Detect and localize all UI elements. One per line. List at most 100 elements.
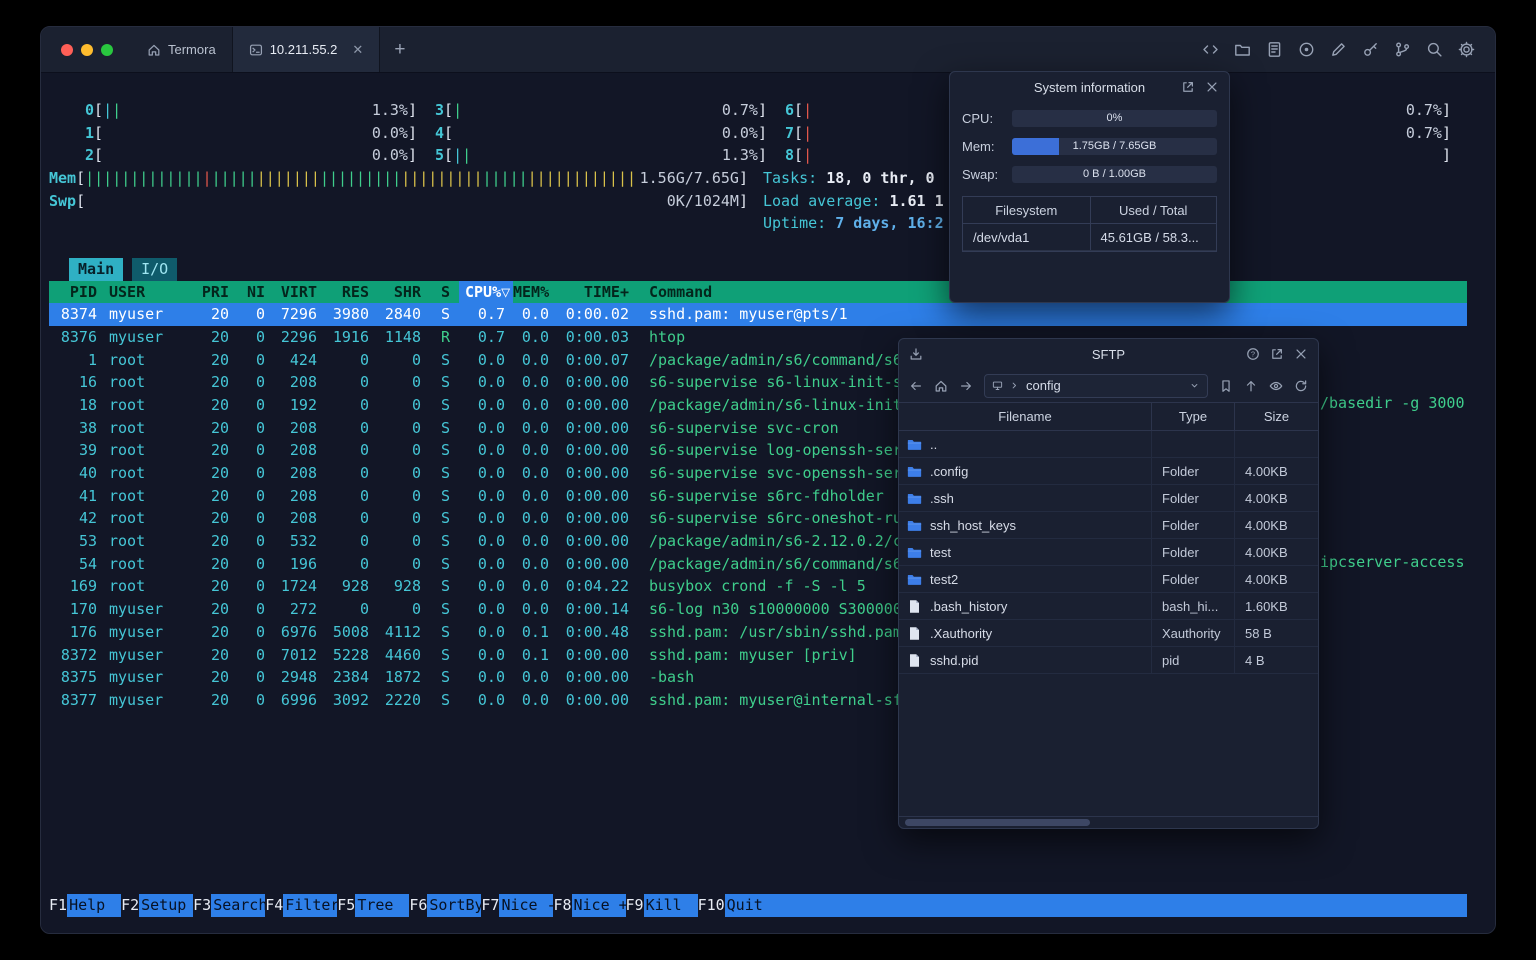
fkey-label-f10[interactable]: Quit (724, 894, 779, 917)
fkey-label-f6[interactable]: SortBy (427, 894, 482, 917)
filesystem-row[interactable]: /dev/vda1 45.61GB / 58.3... (963, 224, 1216, 251)
column-header-mem[interactable]: MEM% (513, 281, 557, 304)
column-header-pid[interactable]: PID (49, 281, 105, 304)
fkey-label-f2[interactable]: Setup (139, 894, 194, 917)
column-header-res[interactable]: RES (325, 281, 377, 304)
column-header-cpu[interactable]: CPU%▽ (459, 280, 513, 304)
forward-icon[interactable] (959, 379, 973, 393)
file-type: Folder (1151, 485, 1234, 511)
fkey-f5[interactable]: F5 (337, 894, 355, 917)
horizontal-scrollbar[interactable] (899, 816, 1318, 828)
transfers-icon[interactable] (909, 347, 923, 361)
bookmark-icon[interactable] (1219, 379, 1233, 393)
path-breadcrumb[interactable]: config (984, 373, 1208, 398)
fkey-label-f3[interactable]: Search (211, 894, 266, 917)
key-icon[interactable] (1362, 41, 1379, 58)
folder-icon (907, 466, 922, 477)
type-column[interactable]: Type (1151, 403, 1234, 430)
file-size: 4.00KB (1234, 512, 1318, 538)
function-key-bar: F1 Help F2 Setup F3 Search F4 Filter F5 Tree F6 Sor… (49, 894, 1467, 917)
refresh-icon[interactable] (1294, 379, 1308, 393)
file-row[interactable]: .ssh Folder 4.00KB (899, 485, 1318, 512)
tab-termora-home[interactable]: Termora (131, 27, 232, 72)
fkey-label-f1[interactable]: Help (67, 894, 122, 917)
file-row[interactable]: test Folder 4.00KB (899, 539, 1318, 566)
folder-icon (907, 493, 922, 504)
parent-directory-icon[interactable] (1244, 379, 1258, 393)
fkey-label-f7[interactable]: Nice - (499, 894, 554, 917)
help-icon[interactable]: ? (1246, 347, 1260, 361)
close-tab-icon[interactable]: ✕ (352, 42, 363, 58)
column-header-time[interactable]: TIME+ (557, 281, 637, 304)
tab-ssh-session[interactable]: 10.211.55.2 ✕ (231, 27, 381, 72)
branch-icon[interactable] (1394, 41, 1411, 58)
fkey-label-f4[interactable]: Filter (283, 894, 338, 917)
open-in-window-icon[interactable] (1270, 347, 1284, 361)
file-row[interactable]: .bash_history bash_hi... 1.60KB (899, 593, 1318, 620)
chevron-down-icon[interactable] (1189, 380, 1200, 391)
scrollbar-thumb[interactable] (905, 819, 1090, 826)
home-icon[interactable] (934, 379, 948, 393)
settings-icon[interactable] (1458, 41, 1475, 58)
swap-usage-row: Swap: 0 B / 1.00GB (962, 160, 1217, 188)
traffic-lights (41, 27, 131, 72)
fkey-f1[interactable]: F1 (49, 894, 67, 917)
cpu-meter: 3[| 0.7%] (435, 101, 767, 119)
process-row[interactable]: 8374 myuser 20 0 7296 3980 2840 S 0.7 0.0 0:00.02 s… (49, 303, 1467, 326)
column-header-ni[interactable]: NI (237, 281, 273, 304)
show-hidden-icon[interactable] (1269, 379, 1283, 393)
back-icon[interactable] (909, 379, 923, 393)
file-row[interactable]: sshd.pid pid 4 B (899, 647, 1318, 674)
folder-icon[interactable] (1234, 41, 1251, 58)
fkey-f2[interactable]: F2 (121, 894, 139, 917)
fkey-label-f9[interactable]: Kill (643, 894, 698, 917)
fkey-label-f5[interactable]: Tree (355, 894, 410, 917)
fkey-f9[interactable]: F9 (626, 894, 644, 917)
column-header-virt[interactable]: VIRT (273, 281, 325, 304)
file-table-header[interactable]: Filename Type Size (899, 402, 1318, 431)
record-icon[interactable] (1298, 41, 1315, 58)
load-average-label: Load average: (763, 191, 890, 210)
fkey-f4[interactable]: F4 (265, 894, 283, 917)
size-column[interactable]: Size (1234, 403, 1318, 430)
mem-usage-row: Mem: 1.75GB / 7.65GB (962, 132, 1217, 160)
file-row[interactable]: test2 Folder 4.00KB (899, 566, 1318, 593)
code-icon[interactable] (1202, 41, 1219, 58)
home-icon (148, 44, 160, 56)
file-icon (910, 599, 919, 613)
search-icon[interactable] (1426, 41, 1443, 58)
file-size: 58 B (1234, 620, 1318, 646)
fkey-label-f8[interactable]: Nice + (571, 894, 626, 917)
file-row[interactable]: .config Folder 4.00KB (899, 458, 1318, 485)
fkey-f8[interactable]: F8 (553, 894, 571, 917)
zoom-window-button[interactable] (101, 43, 113, 56)
new-tab-button[interactable]: + (380, 27, 419, 72)
fkey-f3[interactable]: F3 (193, 894, 211, 917)
close-window-button[interactable] (61, 43, 73, 56)
fkey-f7[interactable]: F7 (481, 894, 499, 917)
htop-tab-io[interactable]: I/O (132, 257, 178, 281)
column-header-shr[interactable]: SHR (377, 281, 429, 304)
tab-label: 10.211.55.2 (269, 42, 338, 57)
process-table-header[interactable]: PID USER PRI NI VIRT RES SHR S CPU%▽ MEM% TIME+ Com… (49, 280, 1467, 304)
file-row[interactable]: .Xauthority Xauthority 58 B (899, 620, 1318, 647)
close-icon[interactable] (1294, 347, 1308, 361)
close-icon[interactable] (1205, 80, 1219, 94)
file-row[interactable]: ssh_host_keys Folder 4.00KB (899, 512, 1318, 539)
column-header-pri[interactable]: PRI (201, 281, 237, 304)
edit-icon[interactable] (1330, 41, 1347, 58)
column-header-s[interactable]: S (429, 281, 459, 304)
open-in-window-icon[interactable] (1181, 80, 1195, 94)
document-icon[interactable] (1266, 41, 1283, 58)
fkey-f10[interactable]: F10 (698, 894, 725, 917)
mem-meter: Mem[||||||||||||||||||||||||||||||||||||… (49, 167, 748, 190)
column-header-user[interactable]: USER (105, 281, 201, 304)
file-type: Folder (1151, 566, 1234, 592)
cpu-label: CPU: (962, 110, 994, 126)
fkey-f6[interactable]: F6 (409, 894, 427, 917)
minimize-window-button[interactable] (81, 43, 93, 56)
computer-icon (992, 381, 1003, 390)
htop-tab-main[interactable]: Main (69, 257, 124, 281)
file-row[interactable]: .. (899, 431, 1318, 458)
filename-column[interactable]: Filename (899, 409, 1151, 424)
